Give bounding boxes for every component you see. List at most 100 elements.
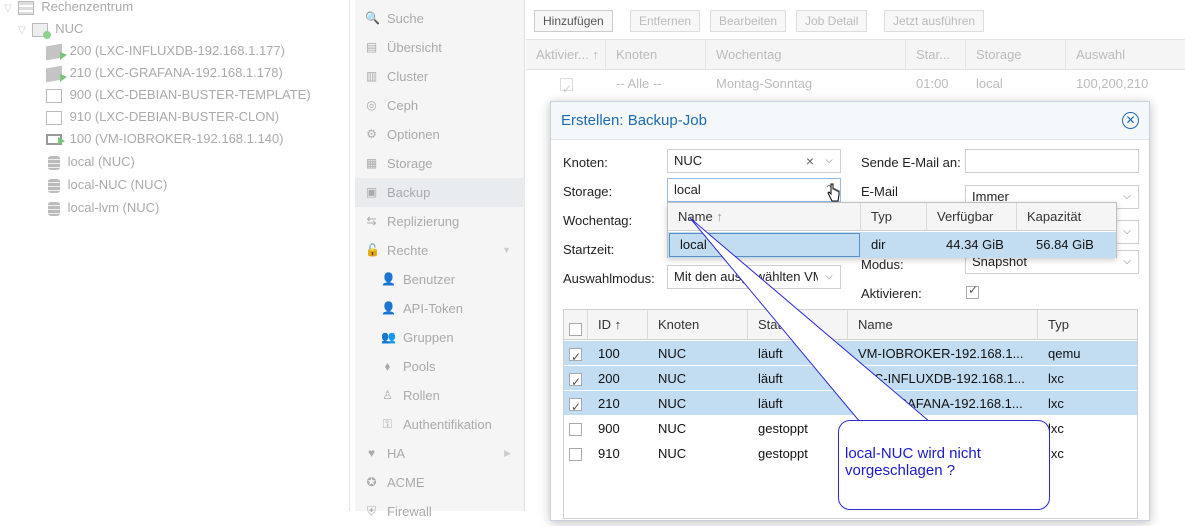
remove-button[interactable]: Entfernen [630,10,701,32]
row-checkbox[interactable] [569,370,582,391]
job-selection: 100,200,210 [1076,76,1149,91]
edit-button[interactable]: Bearbeiten [710,10,787,32]
column-header-node[interactable]: Knoten [648,310,748,340]
add-button[interactable]: Hinzufügen [534,10,613,32]
menu-item-gruppen[interactable]: 👥 Gruppen [355,323,525,352]
tree-item-storage-local[interactable]: local (NUC) [48,151,135,173]
tree-item-storage-local-lvm[interactable]: local-lvm (NUC) [48,197,159,219]
datacenter-menu: 🔍 Suche ▤ Übersicht ▥ Cluster ◎ Ceph ⚙ Option… [355,0,525,519]
tree-item-ct-900[interactable]: 900 (LXC-DEBIAN-BUSTER-TEMPLATE) [46,84,311,106]
tree-item-ct-200[interactable]: 200 (LXC-INFLUXDB-192.168.1.177) [46,40,285,62]
row-checkbox[interactable] [569,395,582,416]
table-row[interactable]: 100 NUC läuft VM-IOBROKER-192.168.1... qemu [564,341,1137,366]
menu-item-uebersicht[interactable]: ▤ Übersicht [355,33,525,62]
collapse-icon[interactable]: ▽ [4,0,14,20]
row-checkbox[interactable] [569,448,582,462]
row-checkbox[interactable] [569,345,582,366]
row-select-cell [569,441,582,466]
chevron-right-icon[interactable]: ▶ [504,439,511,468]
chevron-down-icon[interactable]: ⌵ [1116,186,1138,208]
column-header-capacity[interactable]: Kapazität [1017,203,1116,231]
node-select[interactable]: NUC × ⌵ [667,149,841,173]
column-header-start[interactable]: Star... [906,40,966,70]
menu-item-ceph[interactable]: ◎ Ceph [355,91,525,120]
menu-item-label: Replizierung [387,214,460,229]
clear-icon[interactable]: × [806,150,814,172]
menu-item-pools[interactable]: ⬧ Pools [355,352,525,381]
guest-node: NUC [658,396,687,411]
selection-mode-select[interactable]: Mit den ausgewählten VMs ⌵ [667,265,841,289]
menu-item-replizierung[interactable]: ⇆ Replizierung [355,207,525,236]
guest-id: 200 [598,371,620,386]
select-all-checkbox[interactable] [569,323,582,337]
close-icon[interactable]: ✕ [1122,112,1139,129]
storage-option-type: dir [871,237,886,252]
enabled-checkbox[interactable] [550,70,573,103]
menu-item-label: Storage [387,156,433,171]
column-header-selection[interactable]: Auswahl [1066,40,1185,70]
menu-item-optionen[interactable]: ⚙ Optionen [355,120,525,149]
guest-name: LXC-INFLUXDB-192.168.1... [858,371,1025,386]
user-outline-icon: 👤 [381,301,396,315]
guest-status: läuft [758,396,783,411]
menu-item-ha[interactable]: ♥ HA ▶ [355,439,525,468]
chevron-down-icon[interactable]: ⌵ [1116,251,1138,273]
column-header-node[interactable]: Knoten [606,40,706,70]
guest-status: gestoppt [758,446,808,461]
column-header-status[interactable]: Status [748,310,848,340]
guest-node: NUC [658,446,687,461]
menu-item-firewall[interactable]: ⛨ Firewall [355,497,525,526]
guest-status: läuft [758,346,783,361]
menu-item-suche[interactable]: 🔍 Suche [355,4,525,33]
enable-label: Aktivieren: [861,286,922,301]
tree-item-datacenter[interactable]: ▽ Rechenzentrum [4,0,133,18]
table-row[interactable]: -- Alle -- Montag-Sonntag 01:00 local 10… [526,70,1185,103]
job-detail-button[interactable]: Job Detail [796,10,868,32]
column-header-type[interactable]: Typ [1038,310,1137,340]
column-header-label: Name [678,209,713,224]
tree-item-label: 210 (LXC-GRAFANA-192.168.1.178) [69,65,283,80]
tree-item-node[interactable]: ▽ NUC [18,18,83,40]
menu-item-acme[interactable]: ✪ ACME [355,468,525,497]
menu-item-authentifikation[interactable]: ⚿ Authentifikation [355,410,525,439]
menu-item-api-token[interactable]: 👤 API-Token [355,294,525,323]
column-header-id[interactable]: ID ↑ [588,310,648,340]
menu-item-cluster[interactable]: ▥ Cluster [355,62,525,91]
storage-icon [48,155,60,170]
menu-item-storage[interactable]: ▦ Storage [355,149,525,178]
tree-item-ct-210[interactable]: 210 (LXC-GRAFANA-192.168.1.178) [46,62,283,84]
menu-item-backup[interactable]: ▣ Backup [355,178,525,207]
column-header-type[interactable]: Typ [861,203,927,231]
storage-select[interactable]: local ⌃ [667,178,841,202]
tree-item-storage-local-nuc[interactable]: local-NUC (NUC) [48,174,167,196]
table-row[interactable]: 200 NUC läuft LXC-INFLUXDB-192.168.1... lxc [564,366,1137,391]
menu-item-benutzer[interactable]: 👤 Benutzer [355,265,525,294]
chevron-down-icon[interactable]: ⌵ [818,266,840,288]
chevron-down-icon[interactable]: ⌵ [1116,221,1138,243]
row-checkbox[interactable] [569,423,582,437]
tree-item-vm-100[interactable]: 100 (VM-IOBROKER-192.168.1.140) [46,128,284,150]
chevron-down-icon[interactable]: ⌵ [818,150,840,172]
storage-picker-header: Name ↑ Typ Verfügbar Kapazität [668,203,1116,231]
tree-item-label: local (NUC) [67,154,135,169]
email-field[interactable] [965,149,1139,173]
tree-item-ct-910[interactable]: 910 (LXC-DEBIAN-BUSTER-CLON) [46,106,279,128]
collapse-icon[interactable]: ▽ [18,20,28,42]
checkbox[interactable] [560,75,573,103]
storage-option[interactable]: local dir 44.34 GiB 56.84 GiB [668,232,1116,258]
column-header-weekday[interactable]: Wochentag [706,40,906,70]
job-start: 01:00 [916,76,949,91]
column-header-enabled[interactable]: Aktivier... ↑ [526,40,606,70]
menu-item-rollen[interactable]: ♙ Rollen [355,381,525,410]
user-icon: 👤 [381,272,396,286]
menu-item-rechte[interactable]: 🔓 Rechte ▼ [355,236,525,265]
enable-checkbox[interactable] [966,283,979,299]
column-header-available[interactable]: Verfügbar [927,203,1017,231]
column-header-name[interactable]: Name [848,310,1038,340]
column-header-storage[interactable]: Storage [966,40,1066,70]
search-icon: 🔍 [365,11,380,25]
table-row[interactable]: 210 NUC läuft LXC-GRAFANA-192.168.1... lxc [564,391,1137,416]
chevron-down-icon[interactable]: ▼ [502,236,511,265]
run-now-button[interactable]: Jetzt ausführen [884,10,985,32]
column-header-name[interactable]: Name ↑ [668,203,861,231]
